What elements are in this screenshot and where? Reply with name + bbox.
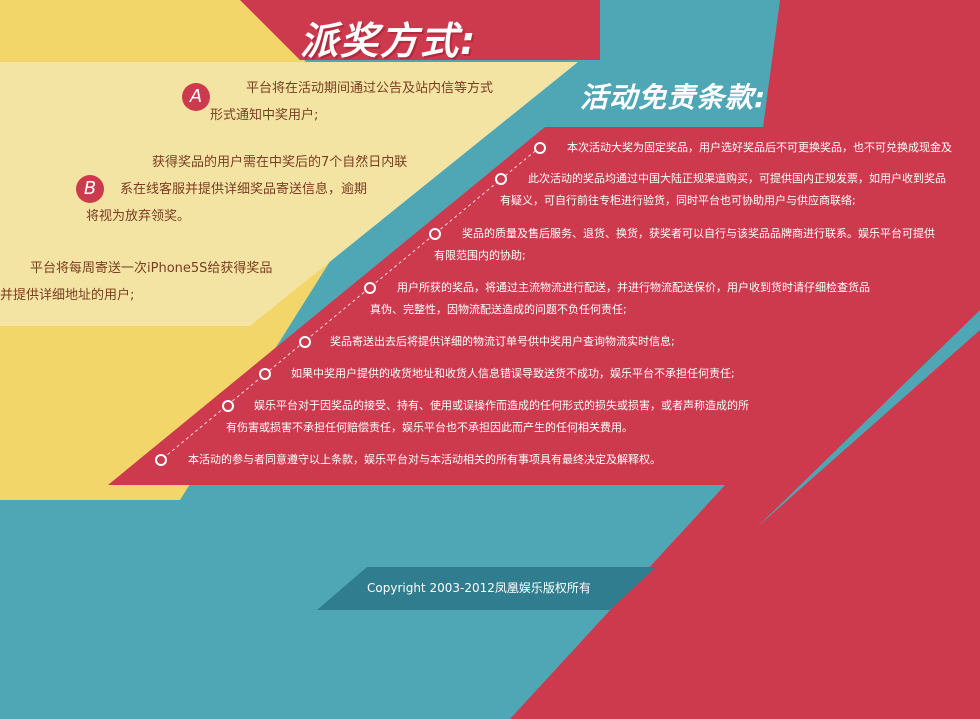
clause-5-line-1: 奖品寄送出去后将提供详细的物流订单号供中奖用户查询物流实时信息;	[330, 335, 675, 348]
copyright-text: Copyright 2003-2012凤凰娱乐版权所有	[367, 581, 591, 595]
background-shapes	[0, 0, 980, 719]
timeline-dot	[259, 368, 271, 380]
clause-4-line-1: 用户所获的奖品，将通过主流物流进行配送，并进行物流配送保价，用户收到货时请仔细检…	[397, 281, 870, 294]
method-b-line-3: 将视为放弃领奖。	[86, 209, 191, 224]
clause-6-line-1: 如果中奖用户提供的收货地址和收货人信息错误导致送货不成功，娱乐平台不承担任何责任…	[291, 367, 735, 380]
clause-3-line-2: 有限范围内的协助;	[434, 249, 526, 262]
timeline-dot	[222, 400, 234, 412]
method-b-line-1: 获得奖品的用户需在中奖后的7个自然日内联	[152, 155, 408, 170]
badge-a: A	[182, 83, 210, 111]
timeline-dot	[299, 336, 311, 348]
timeline-dot	[364, 282, 376, 294]
clause-8-line-1: 本活动的参与者同意遵守以上条款，娱乐平台对与本活动相关的所有事项具有最终决定及解…	[188, 453, 661, 466]
clause-7-line-2: 有伤害或损害不承担任何赔偿责任，娱乐平台也不承担因此而产生的任何相关费用。	[226, 421, 633, 434]
clause-2-line-1: 此次活动的奖品均通过中国大陆正规渠道购买，可提供国内正规发票，如用户收到奖品	[528, 172, 946, 185]
timeline-dot	[155, 454, 167, 466]
method-a-line-2: 形式通知中奖用户;	[210, 108, 319, 123]
clause-7-line-1: 娱乐平台对于因奖品的接受、持有、使用或误操作而造成的任何形式的损失或损害，或者声…	[254, 399, 749, 412]
clause-3-line-1: 奖品的质量及售后服务、退货、换货，获奖者可以自行与该奖品品牌商进行联系。娱乐平台…	[462, 227, 935, 240]
clause-2-line-2: 有疑义，可自行前往专柜进行验货，同时平台也可协助用户与供应商联络;	[500, 194, 856, 207]
timeline-dot	[495, 173, 507, 185]
badge-b: B	[76, 175, 104, 203]
method-a-line-1: 平台将在活动期间通过公告及站内信等方式	[246, 81, 494, 96]
method-c-line-1: 平台将每周寄送一次iPhone5S给获得奖品	[30, 261, 273, 276]
timeline-dot	[534, 142, 546, 154]
clause-1-line-1: 本次活动大奖为固定奖品，用户选好奖品后不可更换奖品，也不可兑换成现金及	[567, 141, 952, 154]
clause-4-line-2: 真伪、完整性，因物流配送造成的问题不负任何责任;	[370, 303, 627, 316]
method-c-line-2: 并提供详细地址的用户;	[0, 283, 210, 309]
prize-method-title: 派奖方式:	[300, 19, 478, 63]
method-c-line-2-text: 并提供详细地址的用户;	[0, 288, 135, 303]
method-b-line-2: 系在线客服并提供详细奖品寄送信息，逾期	[120, 182, 368, 197]
disclaimer-title: 活动免责条款:	[580, 81, 767, 114]
timeline-dot	[429, 228, 441, 240]
